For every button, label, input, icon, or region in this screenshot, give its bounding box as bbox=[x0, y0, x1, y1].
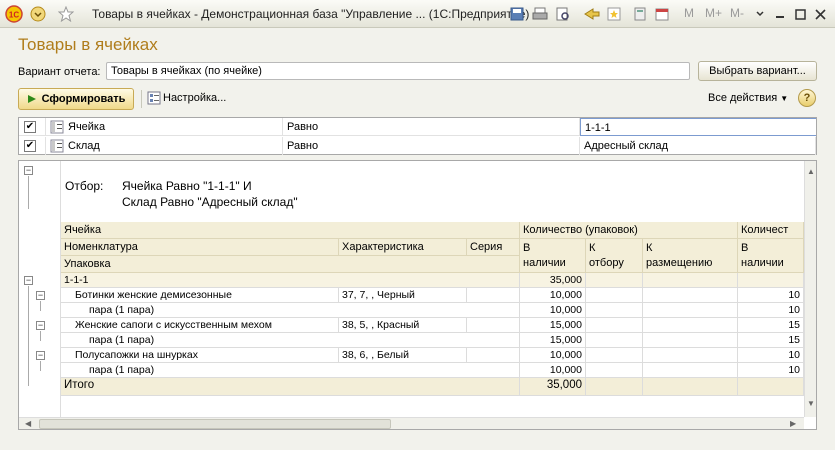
window-menu-chevron-icon[interactable] bbox=[750, 4, 770, 24]
collapse-item-icon[interactable]: − bbox=[36, 321, 45, 330]
preview-icon[interactable] bbox=[553, 4, 573, 24]
item-available: 15,000 bbox=[520, 318, 586, 333]
page-title: Товары в ячейках bbox=[18, 35, 158, 54]
item-name: Полусапожки на шнурках bbox=[61, 348, 339, 363]
collapse-group-icon[interactable]: − bbox=[24, 276, 33, 285]
item-name: Ботинки женские демисезонные bbox=[61, 288, 339, 303]
vertical-scrollbar[interactable]: ▲ ▼ bbox=[804, 161, 816, 417]
memory-plus-button[interactable]: M+ bbox=[705, 6, 722, 20]
settings-link[interactable]: Настройка... bbox=[163, 92, 226, 104]
report-spreadsheet[interactable]: − Отбор: Ячейка Равно "1-1-1" И Склад Ра… bbox=[18, 160, 817, 430]
item-available-b: 10 bbox=[738, 288, 804, 303]
window-titlebar: 1C Товары в ячейках - Демонстрационная б… bbox=[0, 0, 835, 28]
header-series: Серия bbox=[467, 239, 520, 256]
variant-label: Вариант отчета: bbox=[18, 66, 101, 78]
package-name: пара (1 пара) bbox=[61, 333, 520, 348]
filter-row[interactable]: ✔ Склад Равно Адресный склад bbox=[19, 137, 816, 155]
minimize-icon[interactable] bbox=[770, 4, 790, 24]
header-available: Вналичии bbox=[520, 239, 586, 273]
variant-field[interactable]: Товары в ячейках (по ячейке) bbox=[106, 62, 690, 80]
svg-text:1C: 1C bbox=[9, 11, 19, 20]
scroll-down-icon[interactable]: ▼ bbox=[807, 399, 815, 408]
scroll-thumb[interactable] bbox=[39, 419, 391, 429]
header-to-place: Кразмещению bbox=[643, 239, 738, 273]
package-name: пара (1 пара) bbox=[61, 303, 520, 318]
package-available-b: 10 bbox=[738, 363, 804, 378]
header-qty-cut: Количест bbox=[738, 222, 804, 239]
header-to-pick: Котбору bbox=[586, 239, 643, 273]
window-title: Товары в ячейках - Демонстрационная база… bbox=[92, 7, 530, 21]
package-available: 15,000 bbox=[520, 333, 586, 348]
all-actions-menu[interactable]: Все действия ▼ bbox=[708, 92, 788, 104]
close-icon[interactable] bbox=[810, 4, 830, 24]
collapse-item-icon[interactable]: − bbox=[36, 351, 45, 360]
collapse-item-icon[interactable]: − bbox=[36, 291, 45, 300]
item-available-b: 10 bbox=[738, 348, 804, 363]
filter-condition[interactable]: Равно bbox=[283, 137, 580, 155]
add-favorite-icon[interactable] bbox=[604, 4, 624, 24]
total-label: Итого bbox=[61, 378, 520, 396]
toolbar-divider bbox=[141, 90, 142, 108]
memory-minus-button[interactable]: M- bbox=[730, 6, 744, 20]
item-characteristic: 38, 5, , Красный bbox=[339, 318, 467, 333]
package-available-b: 15 bbox=[738, 333, 804, 348]
generate-button[interactable]: Сформировать bbox=[18, 88, 134, 110]
filter-field: Склад bbox=[46, 137, 283, 155]
filter-value[interactable]: 1-1-1 bbox=[580, 118, 816, 136]
choose-variant-button[interactable]: Выбрать вариант... bbox=[698, 61, 817, 81]
package-available-b: 10 bbox=[738, 303, 804, 318]
settings-icon[interactable] bbox=[147, 91, 161, 108]
header-cell: Ячейка bbox=[61, 222, 520, 239]
package-available: 10,000 bbox=[520, 303, 586, 318]
save-icon[interactable] bbox=[507, 4, 527, 24]
package-name: пара (1 пара) bbox=[61, 363, 520, 378]
item-name: Женские сапоги с искусственным мехом bbox=[61, 318, 339, 333]
header-nomenclature: Номенклатура bbox=[61, 239, 339, 256]
filter-row[interactable]: ✔ Ячейка Равно 1-1-1 bbox=[19, 118, 816, 136]
item-available: 10,000 bbox=[520, 348, 586, 363]
navigate-icon[interactable] bbox=[582, 4, 602, 24]
scroll-right-icon[interactable]: ▶ bbox=[790, 419, 796, 428]
scroll-left-icon[interactable]: ◀ bbox=[25, 419, 31, 428]
header-characteristic: Характеристика bbox=[339, 239, 467, 256]
header-package: Упаковка bbox=[61, 256, 520, 273]
maximize-icon[interactable] bbox=[790, 4, 810, 24]
all-actions-label: Все действия bbox=[708, 92, 778, 104]
header-qty-packs: Количество (упаковок) bbox=[520, 222, 738, 239]
scroll-up-icon[interactable]: ▲ bbox=[807, 167, 815, 176]
item-characteristic: 37, 7, , Черный bbox=[339, 288, 467, 303]
calculator-icon[interactable] bbox=[630, 4, 650, 24]
total-available: 35,000 bbox=[520, 378, 586, 396]
group-available: 35,000 bbox=[520, 273, 586, 288]
item-available: 10,000 bbox=[520, 288, 586, 303]
filter-table: ✔ Ячейка Равно 1-1-1 ✔ Склад Равно Адрес… bbox=[18, 117, 817, 155]
help-icon[interactable]: ? bbox=[798, 89, 816, 107]
calendar-icon[interactable] bbox=[652, 4, 672, 24]
app-logo-icon[interactable]: 1C bbox=[4, 4, 24, 24]
horizontal-scrollbar[interactable]: ◀ ▶ bbox=[19, 417, 804, 429]
filter-field: Ячейка bbox=[46, 118, 283, 136]
selection-label: Отбор: bbox=[65, 179, 104, 193]
play-icon bbox=[27, 95, 36, 103]
favorites-star-icon[interactable] bbox=[56, 4, 76, 24]
selection-line: Склад Равно "Адресный склад" bbox=[122, 195, 298, 209]
generate-button-label: Сформировать bbox=[41, 93, 126, 105]
main-menu-icon[interactable] bbox=[28, 4, 48, 24]
selection-line: Ячейка Равно "1-1-1" И bbox=[122, 179, 252, 193]
memory-m-button[interactable]: M bbox=[684, 6, 694, 20]
collapse-selection-icon[interactable]: − bbox=[24, 166, 33, 175]
filter-condition[interactable]: Равно bbox=[283, 118, 580, 136]
filter-value[interactable]: Адресный склад bbox=[580, 137, 816, 155]
item-available-b: 15 bbox=[738, 318, 804, 333]
print-icon[interactable] bbox=[530, 4, 550, 24]
chevron-down-icon: ▼ bbox=[780, 94, 789, 103]
header-available-b: Вналичии bbox=[738, 239, 804, 273]
group-name: 1-1-1 bbox=[61, 273, 520, 288]
item-characteristic: 38, 6, , Белый bbox=[339, 348, 467, 363]
package-available: 10,000 bbox=[520, 363, 586, 378]
